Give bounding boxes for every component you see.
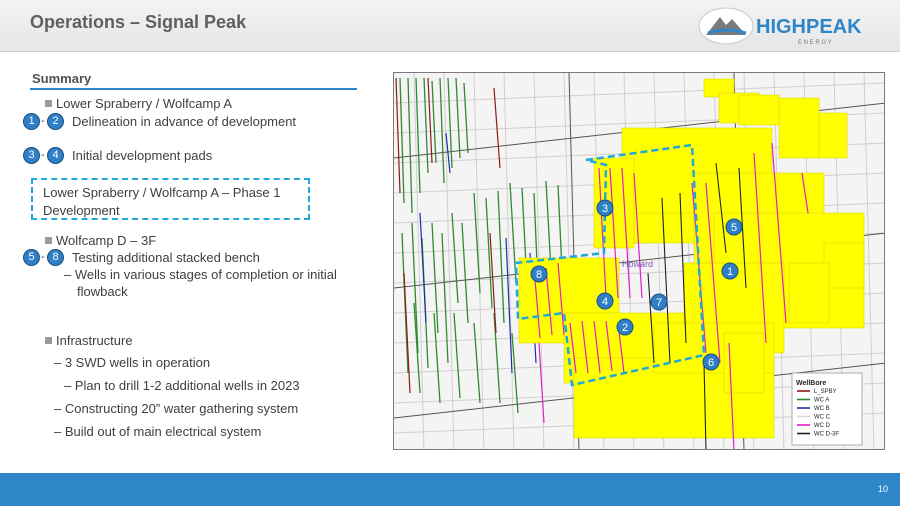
stacked-bench-text: Testing additional stacked bench [72, 250, 260, 265]
logo-text: HIGHPEAK [756, 16, 862, 38]
map-marker-6-label: 6 [708, 357, 714, 369]
map-marker-5-label: 5 [731, 222, 737, 234]
badge-8: 8 [47, 249, 64, 266]
bullet-square-icon [45, 237, 52, 244]
howard-label: Howard [622, 259, 653, 269]
flowback-text: flowback [77, 284, 128, 299]
badge-4: 4 [47, 147, 64, 164]
badge-2: 2 [47, 113, 64, 130]
wellbore-legend: WellBore L_SPBY WC A WC B WC C WC D WC D-3F [791, 372, 863, 446]
legend-label: WC A [814, 398, 829, 404]
electrical-text: – Build out of main electrical system [54, 424, 262, 439]
badge-1: 1 [23, 113, 40, 130]
dash-1-2: - [41, 115, 45, 127]
map-marker-8-label: 8 [536, 269, 542, 281]
legend-label: WC D [814, 423, 831, 429]
highpeak-logo: HIGHPEAK E N E R G Y [698, 7, 862, 46]
water-gathering-text: – Constructing 20” water gathering syste… [54, 401, 299, 416]
map-marker-1-label: 1 [727, 266, 733, 278]
bullet-wolfcamp-d: Wolfcamp D – 3F [45, 233, 156, 248]
map-marker-7-label: 7 [656, 297, 662, 309]
wells-stages-text: – Wells in various stages of completion … [64, 267, 337, 282]
dash-3-4: - [41, 149, 45, 161]
header-bar: Operations – Signal Peak HIGHPEAK E N E … [0, 0, 900, 52]
dash-5-8: - [41, 251, 45, 263]
plan-drill-text: – Plan to drill 1-2 additional wells in … [64, 378, 300, 393]
initial-pads-text: Initial development pads [72, 148, 213, 163]
bullet-text: Infrastructure [56, 333, 133, 348]
bullet-square-icon [45, 100, 52, 107]
swd-wells-text: – 3 SWD wells in operation [54, 355, 211, 370]
summary-divider [30, 88, 357, 90]
badge-5: 5 [23, 249, 40, 266]
footer-bar: 10 [0, 473, 900, 506]
legend-label: WC D-3F [814, 432, 839, 438]
map-marker-4-label: 4 [602, 296, 608, 308]
legend-label: WC B [814, 406, 830, 412]
map-marker-3-label: 3 [602, 203, 608, 215]
page-number: 10 [877, 484, 888, 494]
bullet-text: Lower Spraberry / Wolfcamp A [56, 96, 233, 111]
page-title: Operations – Signal Peak [30, 12, 247, 32]
bullet-square-icon [45, 337, 52, 344]
logo-subtext: E N E R G Y [798, 40, 832, 46]
map-marker-2-label: 2 [622, 322, 628, 334]
bullet-text: Wolfcamp D – 3F [56, 233, 157, 248]
phase-1-box: Lower Spraberry / Wolfcamp A – Phase 1 D… [31, 178, 310, 220]
legend-title: WellBore [796, 380, 826, 387]
map-canvas: Howard 1 2 3 4 5 6 7 8 WellBore L_SPBY WC… [394, 73, 884, 449]
delineation-text: Delineation in advance of development [72, 114, 297, 129]
acreage-map: Howard 1 2 3 4 5 6 7 8 WellBore L_SPBY WC… [393, 72, 885, 450]
legend-label: WC C [814, 415, 831, 421]
bullet-lower-spraberry: Lower Spraberry / Wolfcamp A [45, 96, 232, 111]
bullet-infrastructure: Infrastructure [45, 333, 133, 348]
badge-3: 3 [23, 147, 40, 164]
summary-heading: Summary [32, 71, 92, 86]
legend-label: L_SPBY [814, 389, 837, 395]
